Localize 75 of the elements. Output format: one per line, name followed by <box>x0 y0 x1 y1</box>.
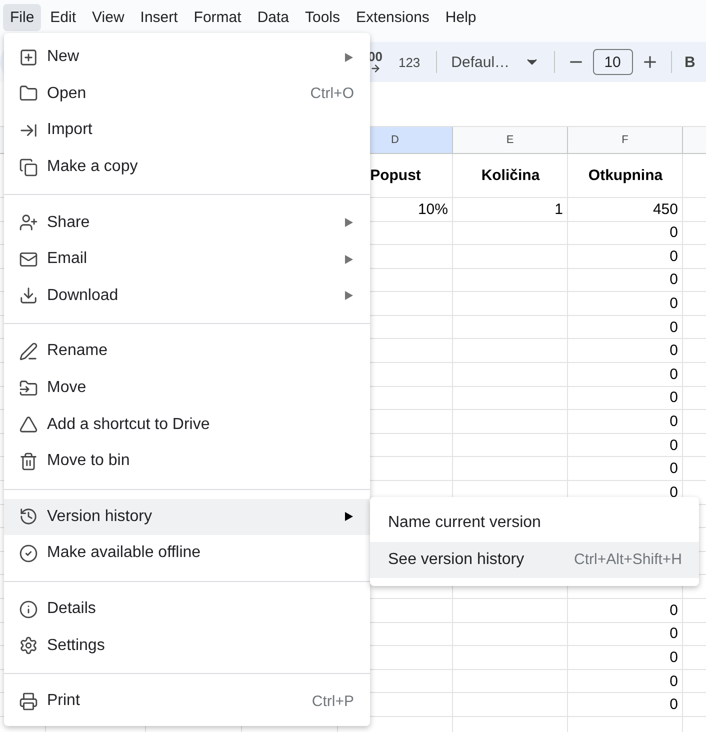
menu-item[interactable]: Tools <box>298 4 348 30</box>
submenu-arrow-icon <box>345 512 353 522</box>
submenu-arrow-icon <box>345 254 353 264</box>
menu-item[interactable]: Insert <box>133 4 185 30</box>
table-cell-text: 0 <box>668 223 679 244</box>
menu-item[interactable]: Extensions <box>349 4 436 30</box>
submenu-arrow-icon <box>345 218 353 228</box>
menu-option[interactable]: Move <box>4 370 370 406</box>
font-dropdown[interactable]: Defaul… <box>443 48 548 76</box>
submenu-arrow-icon <box>345 52 353 62</box>
menu-item[interactable]: File <box>3 4 42 30</box>
add-person-icon <box>19 213 38 232</box>
table-cell-text: 0 <box>668 341 679 362</box>
history-icon <box>19 507 38 526</box>
menu-item[interactable]: Help <box>438 4 484 30</box>
submenu-arrow-icon <box>345 291 353 300</box>
menu-option[interactable]: Make available offline <box>4 535 370 572</box>
table-cell-text: 0 <box>668 270 679 290</box>
table-cell-text: 0 <box>668 412 679 432</box>
settings-icon <box>19 636 38 656</box>
menu-option[interactable]: New <box>4 39 370 76</box>
table-cell-text: 0 <box>668 600 679 621</box>
menu-option[interactable]: Share <box>4 204 370 241</box>
menu-item[interactable]: Data <box>250 4 296 30</box>
folder-icon <box>19 84 38 104</box>
menu-option[interactable]: Settings <box>4 627 370 664</box>
table-cell-text: 0 <box>668 364 679 385</box>
table-cell-text: 0 <box>668 318 679 338</box>
menu-option[interactable]: Add a shortcut to Drive <box>4 406 370 443</box>
menu-option[interactable]: Open Ctrl+O <box>4 76 370 112</box>
printer-icon <box>19 692 38 711</box>
triangle-icon <box>19 415 38 434</box>
menu-item[interactable]: Edit <box>43 4 84 30</box>
menu-option[interactable]: Name current version <box>370 505 699 542</box>
menu-option[interactable]: Download <box>4 278 370 314</box>
menu-option[interactable]: Version history <box>4 498 370 536</box>
table-cell-text: 0 <box>668 672 679 692</box>
menu-item[interactable]: View <box>85 4 132 30</box>
menu-option[interactable]: See version history Ctrl+Alt+Shift+H <box>370 542 699 578</box>
table-cell-text: 0 <box>668 695 679 716</box>
menu-option[interactable]: Details <box>4 590 370 628</box>
table-cell-text: 0 <box>668 482 679 503</box>
table-cell-text: 0 <box>668 624 679 644</box>
menu-option[interactable]: Rename <box>4 333 370 370</box>
new-sheet-icon <box>19 48 38 67</box>
column-header[interactable]: F <box>568 127 683 153</box>
copy-icon <box>19 158 38 177</box>
font-size-field[interactable]: 10 <box>592 49 633 75</box>
move-folder-icon <box>19 378 38 398</box>
menu-item[interactable]: Format <box>186 4 248 30</box>
download-icon <box>19 286 38 306</box>
bold-button[interactable]: B <box>678 48 702 76</box>
menu-option[interactable]: Move to bin <box>4 442 370 480</box>
trash-icon <box>19 452 38 471</box>
table-cell-text: 0 <box>668 459 679 480</box>
number-format-button[interactable]: 123 <box>388 48 430 76</box>
table-cell-text: 450 <box>652 200 679 220</box>
table-cell-text: Količina <box>480 166 541 186</box>
info-icon <box>19 600 38 619</box>
pen-icon <box>19 342 38 361</box>
table-cell-text: 0 <box>668 436 679 456</box>
menu-option[interactable]: Email <box>4 240 370 278</box>
table-cell-text: 0 <box>668 648 679 668</box>
table-cell-text: 0 <box>668 294 679 314</box>
table-cell-text: Popust <box>369 166 422 186</box>
mail-icon <box>19 250 38 269</box>
table-cell-text: 10% <box>416 200 449 220</box>
table-cell-text: 0 <box>668 246 679 267</box>
table-cell-text: Otkupnina <box>587 166 664 186</box>
arrow-icon <box>370 62 381 74</box>
table-cell-text: 0 <box>668 388 679 408</box>
menu-option[interactable]: Print Ctrl+P <box>4 682 370 720</box>
table-cell-text: 1 <box>554 200 564 220</box>
check-circle-icon <box>19 544 38 563</box>
column-header[interactable]: E <box>453 127 568 153</box>
